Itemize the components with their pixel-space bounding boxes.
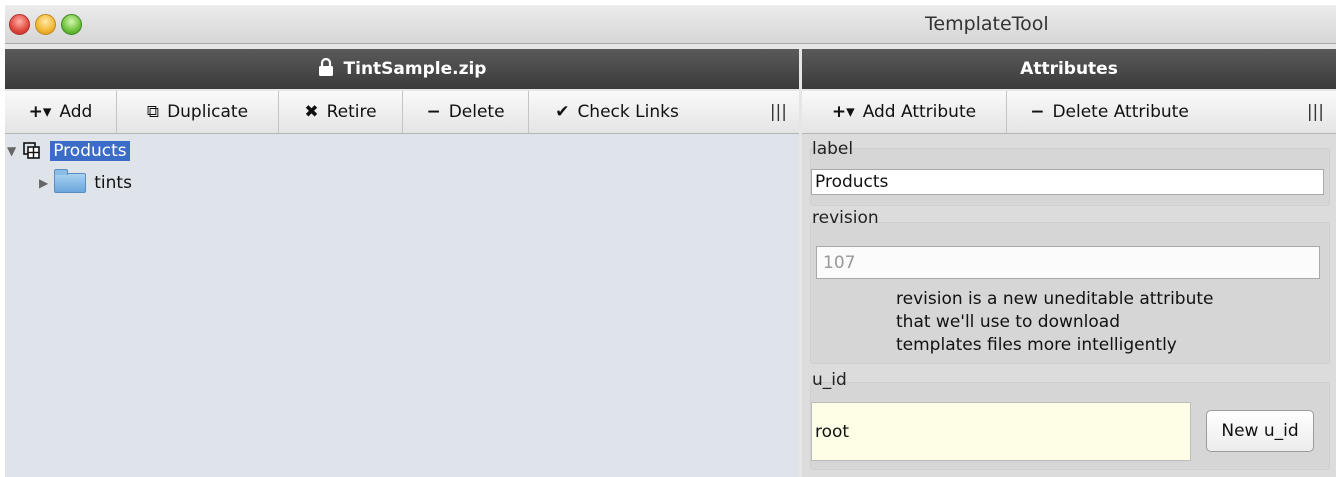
retire-icon: ✖ <box>304 102 319 122</box>
retire-button-label: Retire <box>326 102 377 122</box>
file-panel-header: TintSample.zip <box>5 49 799 89</box>
template-tool-window: TemplateTool TintSample.zip Attributes +… <box>5 5 1336 477</box>
toolbar-grip[interactable]: ||| <box>770 102 787 122</box>
template-tree[interactable]: ▼ Products ▶ tints <box>5 134 799 477</box>
collapsed-triangle-icon[interactable]: ▶ <box>39 176 48 190</box>
new-uid-button[interactable]: New u_id <box>1206 410 1314 452</box>
minimize-window-button[interactable] <box>35 14 56 35</box>
plus-dropdown-icon: +▾ <box>831 102 855 122</box>
duplicate-button-label: Duplicate <box>167 102 249 122</box>
label-field[interactable]: Products <box>811 169 1324 195</box>
revision-field: 107 <box>816 246 1320 279</box>
close-window-button[interactable] <box>9 14 30 35</box>
window-title: TemplateTool <box>925 13 1049 35</box>
delete-button[interactable]: − Delete <box>403 91 529 133</box>
check-links-button[interactable]: ✔ Check Links <box>529 91 705 133</box>
retire-button[interactable]: ✖ Retire <box>279 91 403 133</box>
uid-title: u_id <box>812 370 847 390</box>
toolbar-grip[interactable]: ||| <box>1307 102 1324 122</box>
add-button-label: Add <box>59 102 93 122</box>
delete-button-label: Delete <box>448 102 505 122</box>
tree-toolbar: +▾ Add ⧉ Duplicate ✖ Retire − Delete ✔ C… <box>5 91 799 134</box>
revision-note: revision is a new uneditable attribute t… <box>896 288 1214 357</box>
duplicate-button[interactable]: ⧉ Duplicate <box>117 91 279 133</box>
add-attribute-label: Add Attribute <box>862 102 977 122</box>
plus-dropdown-icon: +▾ <box>28 102 52 122</box>
attributes-toolbar: +▾ Add Attribute − Delete Attribute ||| <box>802 91 1336 134</box>
tree-row-products[interactable]: ▼ Products <box>7 139 130 163</box>
attributes-pane: label Products revision 107 revision is … <box>802 134 1336 477</box>
tree-row-tints[interactable]: ▶ tints <box>39 169 132 195</box>
lock-icon <box>318 57 334 82</box>
revision-note-line-2: that we'll use to download <box>896 312 1120 332</box>
folder-icon <box>54 169 87 193</box>
check-links-button-label: Check Links <box>577 102 679 122</box>
delete-attribute-button[interactable]: − Delete Attribute <box>1007 91 1212 133</box>
attributes-title: Attributes <box>1020 59 1118 79</box>
zoom-window-button[interactable] <box>61 14 82 35</box>
template-icon <box>22 141 44 161</box>
add-button[interactable]: +▾ Add <box>5 91 117 133</box>
checkmark-icon: ✔ <box>555 102 570 122</box>
duplicate-icon: ⧉ <box>146 102 160 122</box>
tree-label-tints[interactable]: tints <box>94 173 132 193</box>
tree-label-products[interactable]: Products <box>50 141 130 161</box>
delete-attribute-label: Delete Attribute <box>1052 102 1189 122</box>
revision-note-line-3: templates files more intelligently <box>896 335 1177 355</box>
attributes-panel-header: Attributes <box>802 49 1336 89</box>
file-name: TintSample.zip <box>343 59 487 79</box>
uid-field[interactable]: root <box>811 402 1191 461</box>
label-title: label <box>812 139 854 159</box>
expanded-triangle-icon[interactable]: ▼ <box>7 144 16 158</box>
revision-note-line-1: revision is a new uneditable attribute <box>896 289 1214 309</box>
add-attribute-button[interactable]: +▾ Add Attribute <box>802 91 1007 133</box>
minus-icon: − <box>426 102 441 122</box>
revision-title: revision <box>812 208 879 228</box>
title-bar: TemplateTool <box>5 5 1336 44</box>
minus-icon: − <box>1030 102 1045 122</box>
